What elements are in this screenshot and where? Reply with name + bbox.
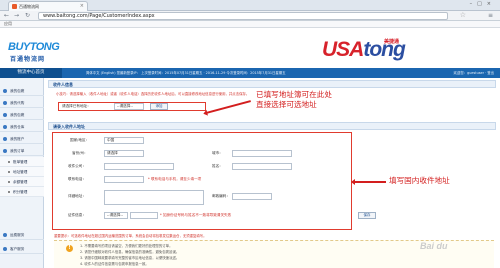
city-field[interactable]	[232, 150, 292, 157]
name-label: 姓名：	[212, 164, 223, 168]
address-label: 详细地址：	[68, 194, 86, 198]
browser-tab[interactable]: 百通物流网 ×	[8, 1, 88, 11]
zip-label: 邮政编码：	[212, 194, 230, 198]
tab-title: 百通物流网	[19, 4, 39, 9]
annotation-arrow	[351, 179, 386, 184]
tip-text: 小技巧：请选择输入（收件人地址）或者（收件人电话）选择历史收件人地址后，可以直接…	[56, 92, 250, 96]
url-field[interactable]: www.baitong.com/Page/CustomerIndex.aspx	[38, 12, 448, 20]
browser-tab-strip: 百通物流网 × –□×	[0, 0, 500, 11]
bullet-icon	[3, 233, 7, 237]
address-field[interactable]	[104, 190, 204, 205]
menu-icon[interactable]: ≡	[488, 12, 493, 19]
saved-address-label: 请选择已有地址：	[62, 104, 91, 108]
reload-icon[interactable]: ↻	[25, 12, 30, 19]
sidebar-item[interactable]: 运费服务	[0, 230, 44, 240]
company-field[interactable]	[104, 163, 174, 170]
sidebar-item[interactable]: 我的包裹	[0, 110, 44, 120]
back-icon[interactable]: ←	[4, 12, 9, 19]
site-header: BUYTONG 百通物流网 USAtong 美捷通	[0, 28, 500, 68]
bullet-icon	[3, 247, 7, 251]
important-note: 重要提示：可选收件地址在超过国内运输范围的订单，系统会自动将包裹发往集运仓，无须…	[54, 234, 207, 238]
section-header-recipient-info: 收件人信息	[48, 80, 496, 88]
sidebar-item[interactable]: 我的包裹	[0, 86, 44, 96]
add-address-button[interactable]: 添加	[150, 103, 168, 110]
save-button[interactable]: 保存	[358, 212, 376, 219]
forward-icon[interactable]: →	[14, 12, 19, 19]
sidebar-subitem[interactable]: 余额管理	[0, 177, 44, 187]
partner-logo-a: USA	[322, 38, 364, 61]
bullet-icon	[3, 149, 7, 153]
sidebar-item-label: 我的订单	[10, 149, 25, 153]
province-select[interactable]: 请选择	[104, 150, 144, 157]
sidebar-item[interactable]: 我的仓库	[0, 122, 44, 132]
sidebar-item[interactable]: 我的代购	[0, 98, 44, 108]
annotation-middle: 填写国内收件地址	[389, 176, 450, 185]
saved-address-select[interactable]: --请选择--	[114, 103, 144, 110]
sidebar-subitem[interactable]: 积分管理	[0, 187, 44, 197]
tip-item: 3. 请按中国邮政要求填写完整的省市区地址信息，以便快速派送。	[80, 256, 180, 260]
window-controls[interactable]: –□×	[470, 1, 496, 7]
country-label: 国家/地区：	[70, 138, 90, 142]
id-number-field[interactable]	[130, 212, 158, 219]
home-link[interactable]: 物流中心首页	[0, 68, 62, 78]
main-content: 收件人信息 小技巧：请选择输入（收件人地址）或者（收件人电话）选择历史收件人地址…	[48, 80, 496, 268]
phone-label: 联系电话：	[68, 177, 86, 181]
city-label: 城市：	[212, 151, 223, 155]
site-logo-subtitle: 百通物流网	[10, 56, 46, 63]
country-select[interactable]: 中国	[104, 137, 144, 144]
phone-hint: * 联系电话与手机，请至少填一项	[148, 177, 202, 181]
id-hint: * 如身份证号码与姓名不一致将导致清关失败	[160, 213, 232, 217]
id-label: 证件信息：	[68, 213, 86, 217]
sidebar-item-label: 我的账户	[10, 137, 25, 141]
sidebar-item-label: 运费服务	[10, 233, 25, 237]
sidebar-item[interactable]: 我的账户	[0, 134, 44, 144]
sidebar: 我的包裹 我的代购 我的包裹 我的仓库 我的账户 我的订单 账单管理 地址管理 …	[0, 78, 44, 268]
bookmark-apps[interactable]: 应用	[4, 21, 12, 26]
partner-logo-cn: 美捷通	[384, 39, 400, 45]
site-favicon-icon	[12, 4, 17, 9]
sidebar-item-label: 我的代购	[10, 101, 25, 105]
id-type-select[interactable]: --请选择--	[104, 212, 128, 219]
sidebar-item[interactable]: 我的订单	[0, 146, 44, 156]
login-info: 简体中文 (English) 您最新登录IP： 上次登录时间：2015年07月3…	[86, 71, 286, 75]
bullet-icon	[3, 125, 7, 129]
watermark: Bai du	[420, 241, 448, 251]
address-bar-row: ← → ↻ www.baitong.com/Page/CustomerIndex…	[0, 11, 500, 21]
zip-field[interactable]	[232, 193, 272, 200]
bookmark-star-icon[interactable]: ☆	[460, 11, 466, 19]
province-label: 省份/州：	[72, 151, 88, 155]
lightbulb-icon: !	[66, 245, 73, 252]
sidebar-item-label: 我的包裹	[10, 113, 25, 117]
site-logo[interactable]: BUYTONG	[8, 41, 60, 53]
sidebar-subitem[interactable]: 账单管理	[0, 157, 44, 167]
tip-item: 2. 请您仔细核对收件人信息，确保信息的准确性，避免包裹延误。	[80, 250, 180, 254]
bookmarks-bar: 应用	[0, 21, 500, 28]
section-header-recipient-address: 请录入收件人地址	[48, 122, 496, 130]
bullet-icon	[3, 113, 7, 117]
phone-field[interactable]	[104, 176, 144, 183]
sidebar-subitem[interactable]: 地址管理	[0, 167, 44, 177]
bullet-icon	[3, 89, 7, 93]
company-label: 收件公司：	[68, 164, 86, 168]
annotation-top-line1: 已填写地址簿可在此处	[256, 90, 332, 99]
annotation-arrow	[206, 100, 251, 114]
annotation-top-line2: 直接选择可选地址	[256, 100, 317, 109]
tip-item: 4. 收件人的证件信息需与包裹申报信息一致。	[80, 262, 149, 266]
sidebar-item-label: 我的仓库	[10, 125, 25, 129]
tip-item: 1. 不需要填写的项目请留空，方便我们更好的处理您的订单。	[80, 244, 173, 248]
tab-close-icon[interactable]: ×	[80, 2, 84, 11]
bullet-icon	[3, 137, 7, 141]
bullet-icon	[3, 101, 7, 105]
sidebar-item-label: 客户服务	[10, 247, 25, 251]
user-menu[interactable]: 欢迎您：guestuser · 登出	[454, 68, 494, 78]
top-nav-bar: 物流中心首页 简体中文 (English) 您最新登录IP： 上次登录时间：20…	[0, 68, 500, 78]
sidebar-item-label: 我的包裹	[10, 89, 25, 93]
name-field[interactable]	[232, 163, 292, 170]
sidebar-item[interactable]: 客户服务	[0, 244, 44, 254]
